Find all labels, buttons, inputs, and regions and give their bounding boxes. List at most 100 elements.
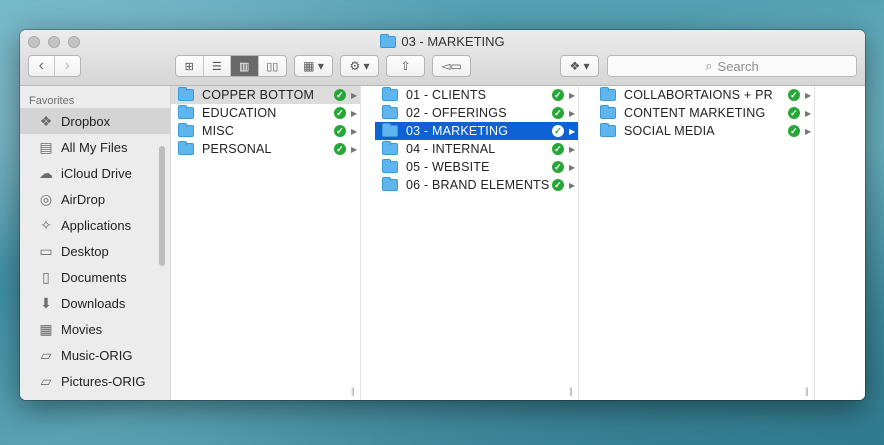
- sidebar-item-desktop[interactable]: ▭ Desktop: [20, 238, 170, 264]
- folder-row[interactable]: COLLABORTAIONS + PR ✓ ▶: [593, 86, 814, 104]
- sidebar-item-pictures-orig[interactable]: ▱ Pictures-ORIG: [20, 368, 170, 394]
- sidebar: Favorites ❖ Dropbox ▤ All My Files ☁ iCloud D…: [20, 86, 171, 400]
- folder-icon: [382, 105, 398, 119]
- disclosure-arrow-icon: ▶: [351, 144, 358, 154]
- action-button[interactable]: ⚙ ▾: [340, 55, 379, 77]
- disclosure-arrow-icon: ▶: [351, 126, 358, 136]
- tags-button[interactable]: ◅▭: [432, 55, 471, 77]
- folder-icon: [380, 33, 397, 48]
- folder-icon: [178, 141, 194, 155]
- share-icon: ⇧: [400, 59, 411, 73]
- disclosure-arrow-icon: ▶: [569, 126, 576, 136]
- sync-check-icon: ✓: [552, 161, 564, 173]
- sidebar-list: ❖ Dropbox ▤ All My Files ☁ iCloud Drive ◎ AirDr…: [20, 108, 170, 394]
- disclosure-arrow-icon: ▶: [351, 90, 358, 100]
- sidebar-scrollbar[interactable]: [159, 146, 165, 266]
- column-resize-handle[interactable]: ||: [805, 386, 809, 396]
- search-field[interactable]: ⌕ Search: [607, 55, 857, 77]
- folder-row[interactable]: 04 - INTERNAL ✓ ▶: [375, 140, 578, 158]
- airdrop-icon: ◎: [39, 190, 53, 207]
- folder-row[interactable]: 03 - MARKETING ✓ ▶: [375, 122, 578, 140]
- sidebar-item-airdrop[interactable]: ◎ AirDrop: [20, 186, 170, 212]
- column-2: 01 - CLIENTS ✓ ▶ 02 - OFFERINGS ✓ ▶ 03 - MARKE…: [375, 86, 579, 400]
- disclosure-arrow-icon: ▶: [569, 144, 576, 154]
- tag-icon: ◅▭: [441, 59, 462, 73]
- sidebar-item-dropbox[interactable]: ❖ Dropbox: [20, 108, 170, 134]
- sidebar-item-music-orig[interactable]: ▱ Music-ORIG: [20, 342, 170, 368]
- list-view-button[interactable]: ☰: [204, 56, 231, 76]
- column-resize-handle[interactable]: ||: [569, 386, 573, 396]
- dropbox-icon: ❖: [39, 112, 53, 129]
- sidebar-item-label: Desktop: [61, 243, 109, 259]
- arrange-button[interactable]: ▦ ▾: [294, 55, 333, 77]
- folder-row[interactable]: PERSONAL ✓ ▶: [171, 140, 360, 158]
- sidebar-item-label: iCloud Drive: [61, 165, 132, 181]
- folder-name: CONTENT MARKETING: [624, 106, 766, 120]
- disclosure-arrow-icon: ▶: [351, 108, 358, 118]
- sidebar-item-all-my-files[interactable]: ▤ All My Files: [20, 134, 170, 160]
- sidebar-item-documents[interactable]: ▯ Documents: [20, 264, 170, 290]
- disclosure-arrow-icon: ▶: [805, 126, 812, 136]
- folder-row[interactable]: CONTENT MARKETING ✓ ▶: [593, 104, 814, 122]
- sidebar-item-label: AirDrop: [61, 191, 106, 207]
- folder-icon: [600, 105, 616, 119]
- folder-row[interactable]: 05 - WEBSITE ✓ ▶: [375, 158, 578, 176]
- folder-icon: ▱: [40, 372, 52, 389]
- folder-name: EDUCATION: [202, 106, 277, 120]
- folder-row[interactable]: EDUCATION ✓ ▶: [171, 104, 360, 122]
- disclosure-arrow-icon: ▶: [569, 108, 576, 118]
- gear-icon: ⚙ ▾: [349, 59, 370, 73]
- back-forward-buttons: ‹ ›: [28, 55, 81, 77]
- sidebar-item-movies[interactable]: ▦ Movies: [20, 316, 170, 342]
- sidebar-item-label: Dropbox: [61, 113, 111, 129]
- back-button[interactable]: ‹: [29, 56, 55, 76]
- folder-row[interactable]: COPPER BOTTOM ✓ ▶: [171, 86, 360, 104]
- folder-row[interactable]: MISC ✓ ▶: [171, 122, 360, 140]
- folder-name: 04 - INTERNAL: [406, 142, 496, 156]
- window-title-text: 03 - MARKETING: [401, 34, 505, 49]
- folder-row[interactable]: SOCIAL MEDIA ✓ ▶: [593, 122, 814, 140]
- folder-row[interactable]: 06 - BRAND ELEMENTS ✓ ▶: [375, 176, 578, 194]
- cover-flow-button[interactable]: ▯▯: [259, 56, 286, 76]
- sync-check-icon: ✓: [334, 143, 346, 155]
- sidebar-item-label: Documents: [61, 269, 127, 285]
- column-1: COPPER BOTTOM ✓ ▶ EDUCATION ✓ ▶ MISC ✓ ▶ PERSONAL…: [171, 86, 361, 400]
- sync-check-icon: ✓: [552, 107, 564, 119]
- folder-name: 02 - OFFERINGS: [406, 106, 507, 120]
- icon-view-button[interactable]: ⊞: [176, 56, 204, 76]
- share-button[interactable]: ⇧: [386, 55, 425, 77]
- folder-icon: [600, 87, 616, 101]
- folder-icon: [382, 159, 398, 173]
- sidebar-item-icloud-drive[interactable]: ☁ iCloud Drive: [20, 160, 170, 186]
- view-mode-buttons: ⊞ ☰ ▥ ▯▯: [175, 55, 287, 77]
- window-title: 03 - MARKETING: [20, 33, 865, 49]
- dropbox-icon: ❖ ▾: [569, 59, 590, 73]
- column-view-button[interactable]: ▥: [231, 56, 259, 76]
- sidebar-item-label: Applications: [61, 217, 132, 233]
- sync-check-icon: ✓: [552, 125, 564, 137]
- dropbox-menu-button[interactable]: ❖ ▾: [560, 55, 599, 77]
- column-resize-handle[interactable]: ||: [351, 386, 355, 396]
- folder-icon: ▱: [40, 346, 52, 363]
- sidebar-item-label: Pictures-ORIG: [61, 373, 146, 389]
- sidebar-heading: Favorites: [29, 95, 75, 107]
- folder-row[interactable]: 02 - OFFERINGS ✓ ▶: [375, 104, 578, 122]
- sidebar-item-downloads[interactable]: ⬇ Downloads: [20, 290, 170, 316]
- folder-name: 03 - MARKETING: [406, 124, 509, 138]
- sidebar-item-label: All My Files: [61, 139, 128, 155]
- sidebar-item-label: Downloads: [61, 295, 126, 311]
- applications-icon: ✧: [40, 216, 52, 233]
- sync-check-icon: ✓: [334, 107, 346, 119]
- folder-row[interactable]: 01 - CLIENTS ✓ ▶: [375, 86, 578, 104]
- folder-icon: [178, 87, 194, 101]
- sync-check-icon: ✓: [788, 125, 800, 137]
- folder-icon: [382, 123, 398, 137]
- all-files-icon: ▤: [39, 138, 53, 155]
- sidebar-item-applications[interactable]: ✧ Applications: [20, 212, 170, 238]
- disclosure-arrow-icon: ▶: [569, 162, 576, 172]
- forward-button[interactable]: ›: [55, 56, 80, 76]
- movies-icon: ▦: [39, 320, 53, 337]
- folder-name: 01 - CLIENTS: [406, 88, 487, 102]
- sidebar-item-label: Music-ORIG: [61, 347, 133, 363]
- cloud-icon: ☁: [39, 164, 53, 181]
